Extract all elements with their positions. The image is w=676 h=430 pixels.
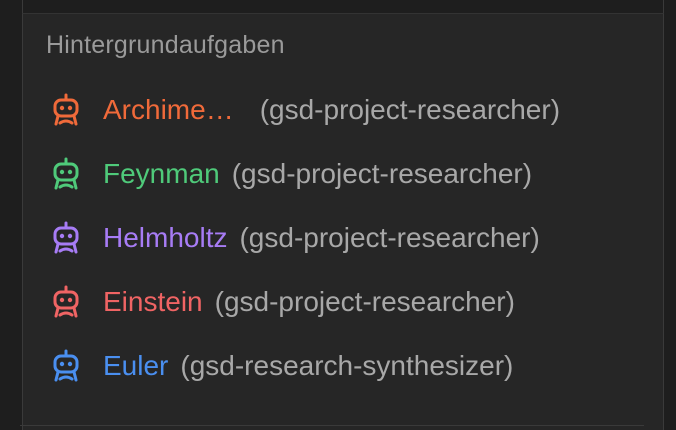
robot-icon <box>53 157 79 190</box>
task-role: (gsd-project-researcher) <box>231 158 533 189</box>
task-list: Archime… (gsd-project-researcher) Feynma… <box>23 78 663 398</box>
background-tasks-panel: Hintergrundaufgaben Archime… (gsd-projec… <box>22 14 664 430</box>
task-name: Archime… <box>103 94 234 125</box>
task-name: Euler <box>103 350 169 381</box>
section-title: Hintergrundaufgaben <box>46 31 285 59</box>
robot-icon <box>53 221 79 254</box>
task-item[interactable]: Einstein (gsd-project-researcher) <box>23 270 663 334</box>
task-item[interactable]: Archime… (gsd-project-researcher) <box>23 78 663 142</box>
robot-icon <box>53 349 79 382</box>
divider <box>20 425 644 426</box>
task-name: Helmholtz <box>103 222 228 253</box>
task-item[interactable]: Euler (gsd-research-synthesizer) <box>23 334 663 398</box>
panel-top-edge <box>22 0 664 14</box>
robot-icon <box>53 93 79 126</box>
task-role: (gsd-project-researcher) <box>259 94 561 125</box>
app-window: Hintergrundaufgaben Archime… (gsd-projec… <box>0 0 676 430</box>
task-role: (gsd-research-synthesizer) <box>180 350 514 381</box>
task-item[interactable]: Feynman (gsd-project-researcher) <box>23 142 663 206</box>
task-name: Feynman <box>103 158 220 189</box>
task-role: (gsd-project-researcher) <box>214 286 515 317</box>
task-name: Einstein <box>103 286 203 317</box>
robot-icon <box>53 285 79 318</box>
task-role: (gsd-project-researcher) <box>239 222 540 253</box>
task-item[interactable]: Helmholtz (gsd-project-researcher) <box>23 206 663 270</box>
